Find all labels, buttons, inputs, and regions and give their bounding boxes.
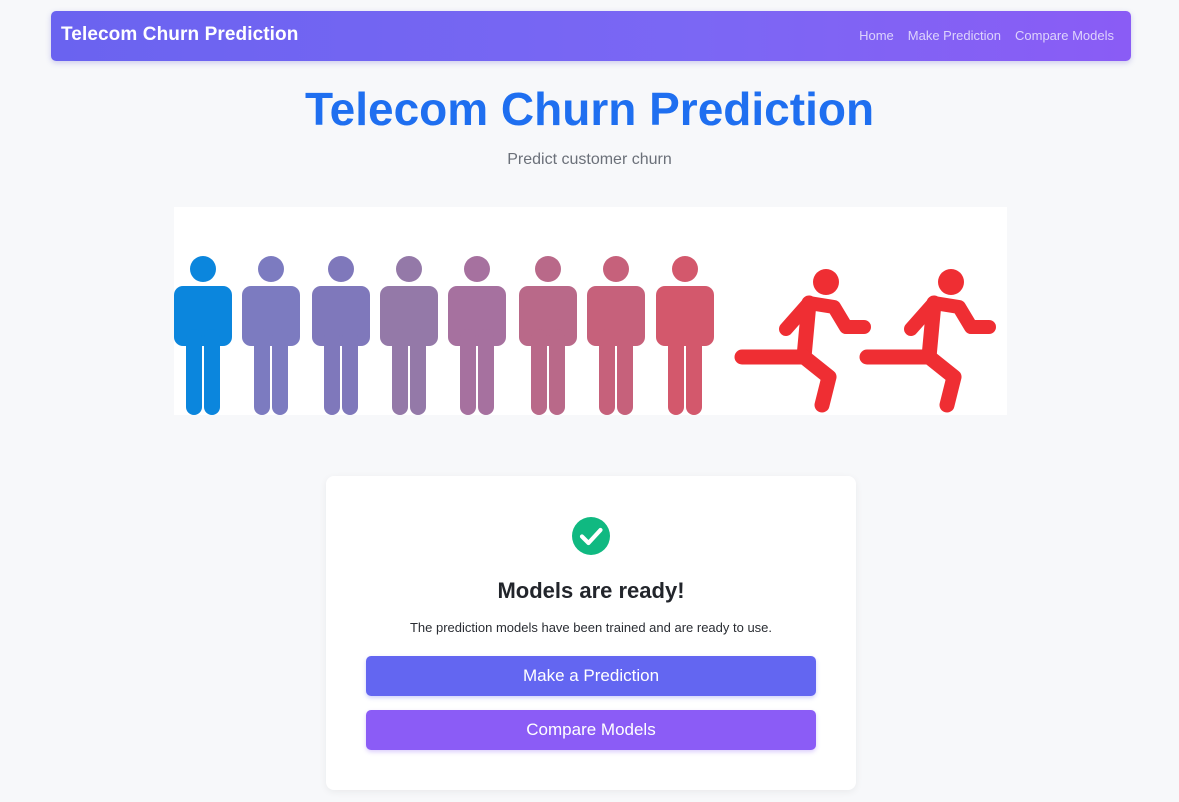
compare-models-button[interactable]: Compare Models: [366, 710, 816, 750]
navbar-brand[interactable]: Telecom Churn Prediction: [61, 24, 298, 46]
make-prediction-button[interactable]: Make a Prediction: [366, 656, 816, 696]
status-message: The prediction models have been trained …: [409, 620, 773, 635]
page-title: Telecom Churn Prediction: [304, 83, 875, 135]
nav-links: Home Make Prediction Compare Models: [859, 28, 1114, 43]
person-icon: [242, 256, 300, 415]
status-title: Models are ready!: [497, 578, 685, 603]
navbar: Telecom Churn Prediction Home Make Predi…: [51, 11, 1131, 61]
person-icon: [587, 256, 645, 415]
churn-illustration: [174, 256, 996, 415]
status-card: Models are ready! The prediction models …: [326, 476, 856, 790]
page-subtitle: Predict customer churn: [507, 151, 672, 168]
running-person-icon: [734, 269, 871, 413]
churn-banner-image: [174, 207, 1007, 415]
person-icon: [312, 256, 370, 415]
nav-link-make-prediction[interactable]: Make Prediction: [908, 28, 1001, 43]
person-icon: [380, 256, 438, 415]
person-icon: [174, 256, 232, 415]
running-person-icon: [859, 269, 996, 413]
person-icon: [519, 256, 577, 415]
nav-link-compare-models[interactable]: Compare Models: [1015, 28, 1114, 43]
nav-link-home[interactable]: Home: [859, 28, 894, 43]
check-circle-icon: [572, 517, 610, 555]
person-icon: [656, 256, 714, 415]
person-icon: [448, 256, 506, 415]
